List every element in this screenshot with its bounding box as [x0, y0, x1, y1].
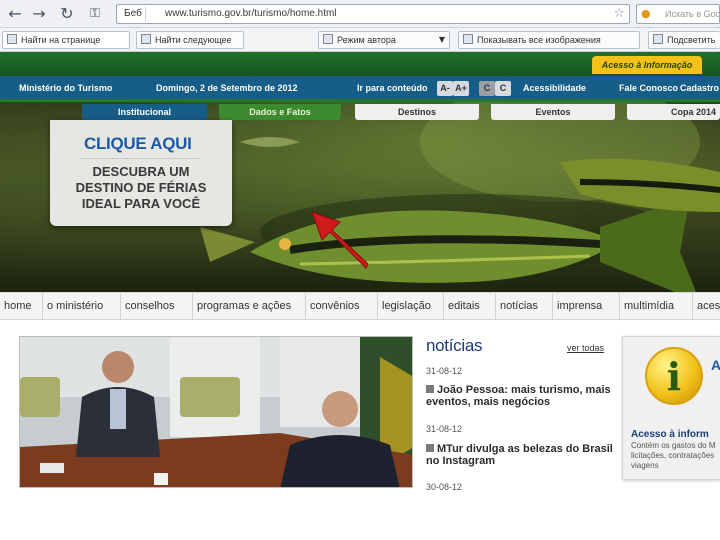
news-photo[interactable] [19, 336, 413, 488]
news-date: 31-08-12 [426, 424, 463, 434]
highlight-label: Подсветить [667, 35, 716, 45]
site-identity-badge[interactable]: Бeб [121, 7, 146, 21]
menu-item-imprensa[interactable]: imprensa [553, 293, 620, 319]
main-menu: home o ministério conselhos programas e … [0, 292, 720, 320]
access-info-tab[interactable]: Acesso à Informação [592, 56, 702, 74]
info-icon: i [645, 347, 703, 405]
forward-icon[interactable]: → [28, 4, 50, 24]
access-info-link[interactable]: Acesso à inform [631, 429, 709, 440]
panel-description: Contém os gastos do M licitações, contra… [631, 441, 716, 470]
see-all-link[interactable]: ver todas [567, 343, 604, 353]
find-toolbar: Найти на странице Найти следующее Режим … [0, 28, 720, 52]
contrast-button-dark[interactable]: C [479, 81, 495, 96]
star-icon[interactable]: ☆ [613, 6, 625, 21]
register-link[interactable]: Cadastro [680, 83, 719, 93]
tab-destinos[interactable]: Destinos [355, 104, 479, 120]
news-item-link[interactable]: João Pessoa: mais turismo, mais eventos,… [426, 384, 616, 408]
contact-link[interactable]: Fale Conosco [619, 83, 678, 93]
back-icon[interactable]: ← [4, 4, 26, 24]
news-item-link[interactable]: MTur divulga as belezas do Brasil no Ins… [426, 443, 616, 467]
meeting-photo [20, 337, 412, 487]
document-icon [426, 385, 434, 393]
chevron-down-icon: ▼ [438, 35, 445, 44]
news-date: 30-08-12 [426, 482, 463, 492]
highlight-icon [653, 34, 663, 44]
menu-item-noticias[interactable]: notícias [496, 293, 553, 319]
tab-institucional[interactable]: Institucional [82, 104, 207, 120]
find-next-button[interactable]: Найти следующее [136, 31, 244, 49]
mode-select[interactable]: Режим автора ▼ [318, 31, 450, 49]
promo-line: IDEAL PARA VOCÊ [81, 196, 201, 211]
accessibility-link[interactable]: Acessibilidade [523, 83, 586, 93]
find-placeholder: Найти на странице [21, 35, 101, 45]
menu-item-programas[interactable]: programas e ações [193, 293, 306, 319]
news-title-text: MTur divulga as belezas do Brasil no Ins… [426, 443, 613, 467]
promo-line: DESCUBRA UM [92, 164, 190, 179]
find-icon [7, 34, 17, 44]
access-info-panel[interactable]: i A I Acesso à inform Contém os gastos d… [622, 336, 720, 480]
news-heading: notícias [426, 336, 483, 355]
browser-toolbar: ← → ↻ ⚿ Бeб www.turismo.gov.br/turismo/h… [0, 0, 720, 28]
address-bar[interactable]: Бeб www.turismo.gov.br/turismo/home.html… [116, 4, 630, 24]
promo-cta[interactable]: CLIQUE AQUI [84, 134, 192, 154]
menu-item-home[interactable]: home [0, 293, 43, 319]
news-date: 31-08-12 [426, 366, 463, 376]
promo-line: DESTINO DE FÉRIAS [75, 180, 207, 195]
find-input[interactable]: Найти на странице [2, 31, 130, 49]
contrast-button-light[interactable]: C [495, 81, 511, 96]
search-engine-icon[interactable]: ● [641, 7, 651, 20]
font-decrease-button[interactable]: A- [437, 81, 453, 96]
find-next-icon [141, 34, 151, 44]
mode-icon [323, 34, 333, 44]
date-label: Domingo, 2 de Setembro de 2012 [156, 83, 298, 93]
font-increase-button[interactable]: A+ [453, 81, 469, 96]
site-info-bar: Ministério do Turismo Domingo, 2 de Sete… [0, 76, 720, 102]
menu-item-conselhos[interactable]: conselhos [121, 293, 193, 319]
search-placeholder: Искать в Google [665, 9, 720, 19]
menu-item-convenios[interactable]: convênios [306, 293, 378, 319]
show-images-label: Показывать все изображения [477, 35, 601, 45]
url-text: www.turismo.gov.br/turismo/home.html [165, 8, 337, 19]
search-input[interactable]: ● Искать в Google [636, 4, 720, 24]
mode-label: Режим автора [337, 35, 396, 45]
menu-item-ministerio[interactable]: o ministério [43, 293, 121, 319]
promo-card[interactable]: CLIQUE AQUI DESCUBRA UM DESTINO DE FÉRIA… [50, 120, 232, 226]
news-title-text: João Pessoa: mais turismo, mais eventos,… [426, 384, 611, 408]
menu-item-multimidia[interactable]: multimídia [620, 293, 693, 319]
panel-title: A I [711, 357, 720, 373]
tab-copa-2014[interactable]: Copa 2014 [627, 104, 720, 120]
show-images-button[interactable]: Показывать все изображения [458, 31, 640, 49]
highlight-button[interactable]: Подсветить [648, 31, 720, 49]
promo-divider [80, 158, 200, 159]
images-icon [463, 34, 473, 44]
find-next-label: Найти следующее [155, 35, 232, 45]
ministry-label: Ministério do Turismo [19, 83, 113, 93]
tab-dados-e-fatos[interactable]: Dados e Fatos [219, 104, 341, 120]
reload-icon[interactable]: ↻ [56, 4, 78, 24]
key-icon[interactable]: ⚿ [84, 4, 106, 24]
tab-eventos[interactable]: Eventos [491, 104, 615, 120]
document-icon [426, 444, 434, 452]
skip-content-link[interactable]: Ir para conteúdo [357, 83, 428, 93]
menu-item-editais[interactable]: editais [444, 293, 496, 319]
menu-item-legislacao[interactable]: legislação [378, 293, 444, 319]
menu-item-acesso[interactable]: aces [693, 293, 720, 319]
